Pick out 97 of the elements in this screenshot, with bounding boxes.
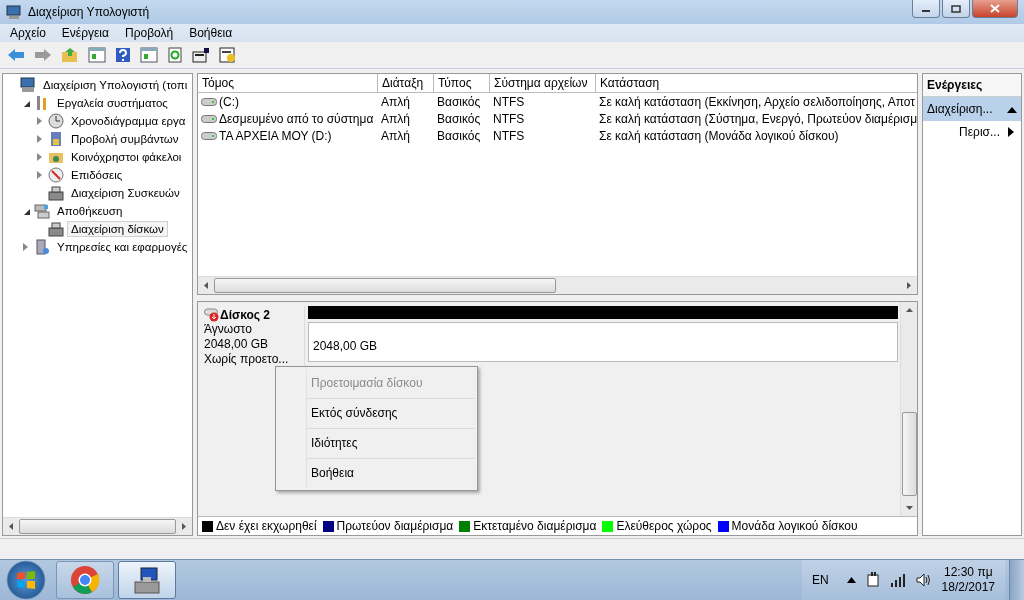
table-cell: NTFS xyxy=(493,94,525,109)
computer-icon xyxy=(6,4,22,20)
column-header[interactable]: Τόμος xyxy=(198,74,378,92)
date: 18/2/2017 xyxy=(941,580,995,595)
disk-name: Δίσκος 2 xyxy=(220,308,271,322)
browser-taskbar-button[interactable] xyxy=(56,561,114,599)
scroll-left-icon[interactable] xyxy=(9,523,13,530)
tree-item[interactable]: Αποθήκευση xyxy=(53,203,127,219)
menu-item[interactable]: Αρχείο xyxy=(2,26,54,40)
maximize-icon xyxy=(951,4,961,13)
tree-item[interactable]: Διαχείριση Συσκευών xyxy=(67,185,184,201)
legend-label: Πρωτεύον διαμέρισμα xyxy=(336,519,454,533)
right-arrow-icon xyxy=(34,48,52,62)
server-icon xyxy=(34,239,50,255)
tree-item[interactable]: Χρονοδιάγραμμα εργα xyxy=(67,113,190,129)
storage-icon xyxy=(34,203,50,219)
submenu-arrow-icon[interactable] xyxy=(1008,127,1015,137)
table-cell: Απλή xyxy=(381,128,410,143)
network-plug-icon[interactable] xyxy=(865,572,880,588)
horizontal-scrollbar[interactable] xyxy=(3,517,192,535)
clock-icon xyxy=(48,113,64,129)
volume-icon[interactable] xyxy=(915,573,932,587)
windows-flag-icon xyxy=(15,569,37,591)
legend-label: Δεν έχει εκχωρηθεί xyxy=(216,519,317,533)
table-cell: Βασικός xyxy=(437,128,481,143)
show-hidden-icons-icon[interactable] xyxy=(846,577,856,583)
clock[interactable]: 12:30 πμ 18/2/2017 xyxy=(941,565,995,595)
disk-status: Χωρίς προετο... xyxy=(204,352,290,367)
table-cell: Δεσμευμένο από το σύστημα xyxy=(219,111,374,126)
collapse-arrow-icon[interactable] xyxy=(1007,105,1017,113)
time: 12:30 πμ xyxy=(944,565,993,580)
tree-item[interactable]: Κοινόχρηστοι φάκελοι xyxy=(67,149,186,165)
table-cell: Σε καλή κατάσταση (Μονάδα λογικού δίσκου) xyxy=(599,128,839,143)
drive-icon xyxy=(201,114,217,123)
disk-size: 2048,00 GB xyxy=(204,337,270,352)
partition-block[interactable]: 2048,00 GB xyxy=(308,322,898,362)
device-icon xyxy=(48,185,64,201)
tree-item[interactable]: Υπηρεσίες και εφαρμογές xyxy=(53,239,192,255)
menu-item[interactable]: Βοήθεια xyxy=(306,459,475,488)
signal-icon[interactable] xyxy=(889,573,906,587)
menu-item[interactable]: Βοήθεια xyxy=(181,26,241,40)
menu-item[interactable]: Ιδιότητες xyxy=(306,429,475,459)
close-button[interactable] xyxy=(972,0,1018,18)
maximize-button[interactable] xyxy=(942,0,970,18)
table-cell: NTFS xyxy=(493,111,525,126)
vertical-scrollbar[interactable] xyxy=(900,302,917,516)
tree-item[interactable]: Διαχείριση δίσκων xyxy=(67,221,168,237)
partition-size: 2048,00 GB xyxy=(313,339,379,354)
tree-item[interactable]: Επιδόσεις xyxy=(67,167,127,183)
language-indicator[interactable]: EN xyxy=(811,573,829,587)
column-header[interactable]: Σύστημα αρχείων xyxy=(490,74,596,92)
computer-taskbar-button[interactable] xyxy=(118,561,176,599)
table-cell: Απλή xyxy=(381,94,410,109)
column-header[interactable]: Διάταξη xyxy=(378,74,434,92)
table-cell: Σε καλή κατάσταση (Εκκίνηση, Αρχείο σελιδοποίησης, Αποτ xyxy=(599,94,916,109)
table-cell: Απλή xyxy=(381,111,410,126)
left-arrow-icon xyxy=(7,48,25,62)
close-icon xyxy=(990,4,1000,13)
tree-item[interactable]: Εργαλεία συστήματος xyxy=(53,95,172,111)
legend-label: Μονάδα λογικού δίσκου xyxy=(731,519,858,533)
legend-label: Ελεύθερος χώρος xyxy=(616,519,712,533)
table-cell: Βασικός xyxy=(437,94,481,109)
table-cell: Σε καλή κατάσταση (Σύστημα, Ενεργό, Πρωτεύον διαμέρισμ xyxy=(599,111,917,126)
actions-header: Ενέργειες xyxy=(923,74,1021,97)
pane-toggle-button[interactable] xyxy=(137,44,161,66)
table-cell: Βασικός xyxy=(437,111,481,126)
scroll-left-icon[interactable] xyxy=(204,282,208,289)
scroll-up-icon[interactable] xyxy=(905,308,913,312)
drive-icon xyxy=(201,131,217,140)
log-book-icon xyxy=(48,131,64,147)
menu-item[interactable]: Εκτός σύνδεσης xyxy=(306,399,475,429)
scroll-right-icon[interactable] xyxy=(907,282,911,289)
horizontal-scrollbar[interactable] xyxy=(198,276,917,294)
action-link[interactable]: Περισ... xyxy=(923,121,1021,143)
scroll-down-icon[interactable] xyxy=(905,506,913,510)
scroll-right-icon[interactable] xyxy=(182,523,186,530)
tree-item[interactable]: Προβολή συμβάντων xyxy=(67,131,183,147)
window-title: Διαχείριση Υπολογιστή xyxy=(28,5,150,19)
actions-section[interactable]: Διαχείριση... xyxy=(923,97,1021,121)
gauge-icon xyxy=(48,167,64,183)
device-icon xyxy=(48,221,64,237)
computer-icon xyxy=(20,77,36,93)
table-cell: NTFS xyxy=(493,128,525,143)
menu-item[interactable]: Ενέργεια xyxy=(53,26,117,40)
pane-toggle-button[interactable] xyxy=(85,44,109,66)
tree-item[interactable]: Διαχείριση Υπολογιστή (τοπι xyxy=(39,77,192,93)
menu-item[interactable]: Προβολή xyxy=(116,26,182,40)
disk-error-icon xyxy=(204,308,220,322)
drive-icon xyxy=(201,97,217,106)
table-cell: ΤΑ ΑΡΧΕΙΑ ΜΟΥ (D:) xyxy=(219,128,332,143)
computer-icon xyxy=(131,565,163,595)
table-cell: (C:) xyxy=(219,94,239,109)
legend-label: Εκτεταμένο διαμέρισμα xyxy=(473,519,597,533)
column-header[interactable]: Τύπος xyxy=(434,74,490,92)
disk-type: Άγνωστο xyxy=(204,322,253,337)
minimize-button[interactable] xyxy=(912,0,940,18)
browser-icon xyxy=(70,565,100,595)
